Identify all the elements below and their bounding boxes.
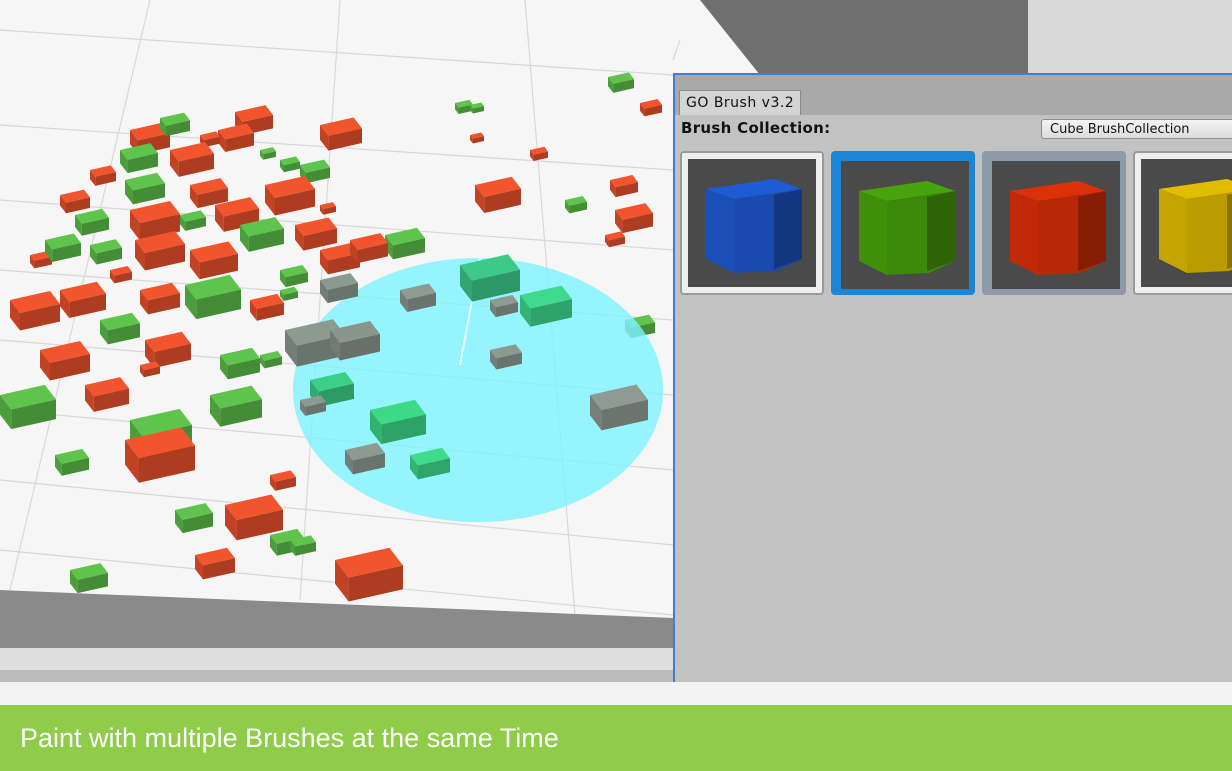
- red-cube-icon: [992, 161, 1120, 289]
- brush-collection-label: Brush Collection:: [681, 119, 831, 137]
- go-brush-panel[interactable]: GO Brush v3.2 Brush Collection: Cube Bru…: [673, 73, 1232, 682]
- brush-collection-dropdown[interactable]: Cube BrushCollection: [1041, 119, 1232, 139]
- caption-text: Paint with multiple Brushes at the same …: [20, 723, 559, 753]
- scene-bottom-toolbar: [0, 648, 673, 670]
- blue-cube-icon: [688, 159, 816, 287]
- brush-slot-blue-cube[interactable]: [680, 151, 824, 295]
- scene-bottom-border: [0, 670, 673, 682]
- yellow-cube-icon: [1141, 159, 1232, 287]
- brush-slot-red-cube[interactable]: [982, 151, 1126, 295]
- brush-slot-yellow-cube[interactable]: [1133, 151, 1232, 295]
- green-cube-icon: [841, 161, 969, 289]
- scene-backdrop-right: [1028, 0, 1232, 75]
- tab-go-brush[interactable]: GO Brush v3.2: [679, 90, 802, 115]
- caption-bar: Paint with multiple Brushes at the same …: [0, 705, 1232, 771]
- divider-strip: [0, 682, 1232, 705]
- panel-tabstrip: GO Brush v3.2: [675, 75, 1232, 115]
- brush-slot-green-cube[interactable]: [831, 151, 975, 295]
